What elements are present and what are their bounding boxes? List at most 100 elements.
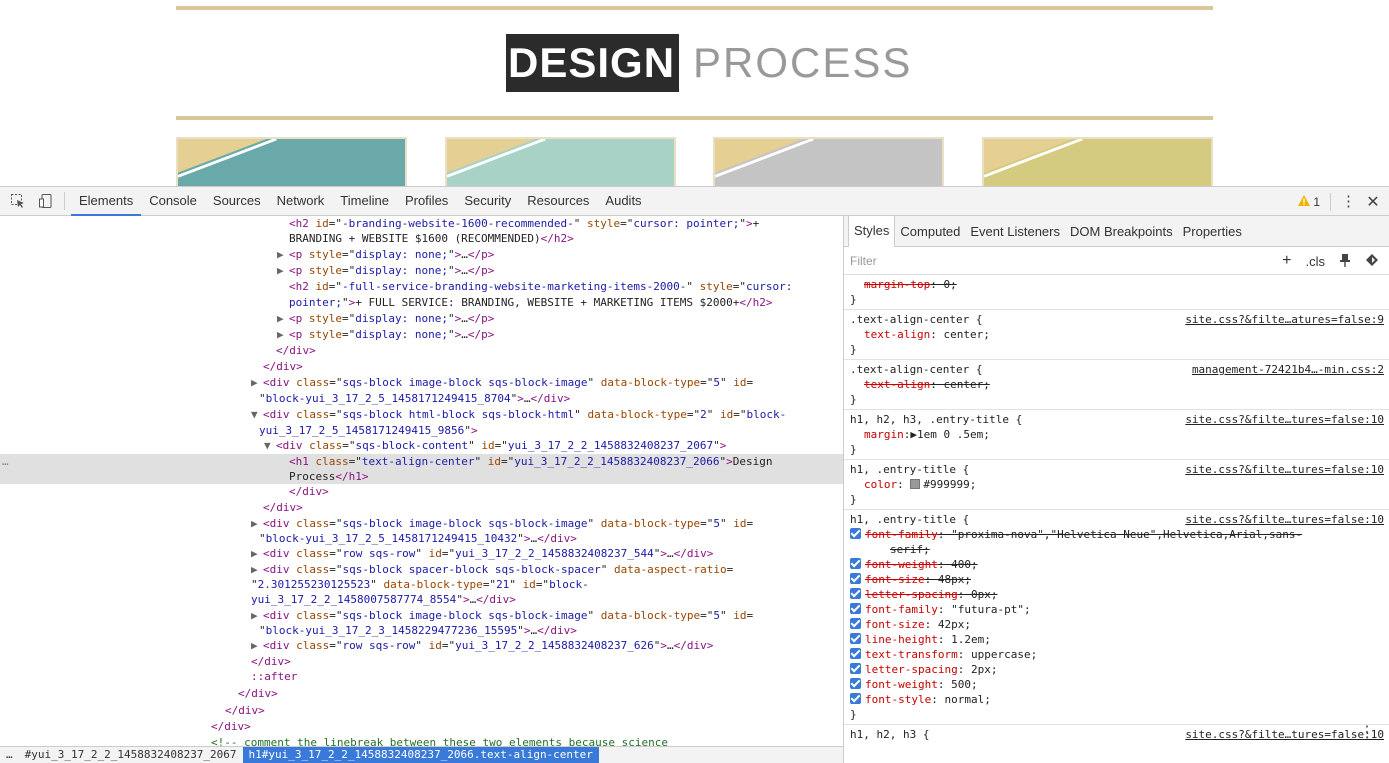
tab-profiles[interactable]: Profiles [397, 186, 456, 216]
breadcrumb-selected[interactable]: h1#yui_3_17_2_2_1458832408237_2066.text-… [242, 747, 599, 763]
toolbar-separator [1330, 193, 1331, 211]
process-card-3[interactable] [713, 137, 944, 186]
property-checkbox[interactable] [850, 603, 861, 614]
tab-dom-breakpoints[interactable]: DOM Breakpoints [1065, 216, 1178, 247]
property-checkbox[interactable] [850, 648, 861, 659]
dom-node-line[interactable]: "2.301255230125523" data-block-type="21"… [0, 577, 843, 592]
dom-node-line[interactable]: pointer;">+ FULL SERVICE: BRANDING, WEBS… [0, 295, 843, 310]
dom-node-line[interactable]: </div> [0, 686, 843, 701]
style-source-link[interactable]: site.css?&filte…tures=false:10 [1185, 412, 1384, 427]
property-checkbox[interactable] [850, 678, 861, 689]
dom-node-line[interactable]: <h2 id="-full-service-branding-website-m… [0, 279, 843, 294]
property-checkbox[interactable] [850, 663, 861, 674]
tab-timeline[interactable]: Timeline [332, 186, 397, 216]
filter-tools: + .cls [1282, 247, 1379, 275]
selected-dom-node[interactable]: <h1 class="text-align-center" id="yui_3_… [0, 454, 843, 469]
dom-node-line[interactable]: </div> [0, 484, 843, 499]
dom-node-line[interactable]: ▶ <p style="display: none;">…</p> [0, 263, 843, 278]
dom-node-line[interactable]: </div> [0, 500, 843, 515]
dom-node-line[interactable]: yui_3_17_2_2_1458007587774_8554">…</div> [0, 592, 843, 607]
new-rule-button[interactable]: + [1282, 252, 1291, 270]
dom-node-line[interactable]: </div> [0, 719, 843, 734]
tab-computed[interactable]: Computed [895, 216, 965, 247]
style-source-link[interactable]: site.css?&filte…atures=false:9 [1185, 312, 1384, 327]
tab-event-listeners[interactable]: Event Listeners [965, 216, 1065, 247]
breadcrumb-ellipsis[interactable]: … [0, 747, 19, 763]
dom-node-line[interactable]: ▶ <p style="display: none;">…</p> [0, 247, 843, 262]
dom-node-line[interactable]: ▶ <div class="sqs-block spacer-block sqs-… [0, 562, 843, 577]
page-heading: DESIGN PROCESS [506, 34, 912, 92]
tab-network[interactable]: Network [269, 186, 333, 216]
styles-filter-row: Filter + .cls [844, 247, 1389, 275]
dom-node-line[interactable]: ▶ <div class="sqs-block image-block sqs-b… [0, 516, 843, 531]
page-viewport: DESIGN PROCESS [0, 0, 1389, 186]
dom-node-line[interactable]: ::after [0, 669, 843, 684]
dom-node-line[interactable]: </div> [0, 654, 843, 669]
style-rule: h1, .entry-title {site.css?&filte…tures=… [844, 460, 1389, 510]
process-card-4[interactable] [982, 137, 1213, 186]
sidebar-tabs: Styles Computed Event Listeners DOM Brea… [844, 216, 1389, 247]
warning-counter[interactable]: 1 [1298, 195, 1320, 209]
property-checkbox[interactable] [850, 528, 861, 539]
dom-node-line[interactable]: </div> [0, 343, 843, 358]
style-rule: margin-top: 0; } [844, 275, 1389, 310]
style-rule: h1, .entry-title {site.css?&filte…tures=… [844, 510, 1389, 725]
dom-node-line[interactable]: ▶ <div class="row sqs-row" id="yui_3_17_2… [0, 638, 843, 653]
style-source-link[interactable]: site.css?&filte…tures=false:10 [1185, 462, 1384, 477]
color-swatch[interactable] [910, 479, 921, 489]
property-checkbox[interactable] [850, 618, 861, 629]
process-card-1[interactable] [176, 137, 407, 186]
warning-count: 1 [1313, 195, 1320, 209]
dom-node-line[interactable]: BRANDING + WEBSITE $1600 (RECOMMENDED)</… [0, 231, 843, 246]
process-card-2[interactable] [445, 137, 676, 186]
property-checkbox[interactable] [850, 633, 861, 644]
style-source-link[interactable]: site.css?&filte…tures=false:10 [1185, 512, 1384, 527]
tab-sources[interactable]: Sources [205, 186, 269, 216]
dom-node-line[interactable]: </div> [0, 359, 843, 374]
breadcrumb-parent[interactable]: #yui_3_17_2_2_1458832408237_2067 [19, 747, 243, 763]
tab-console[interactable]: Console [141, 186, 205, 216]
dom-node-line[interactable]: </div> [0, 703, 843, 718]
more-vert-icon[interactable]: ⋮ [1341, 194, 1356, 209]
inspect-icon[interactable] [4, 187, 32, 215]
tab-security[interactable]: Security [456, 186, 519, 216]
pin-icon[interactable] [1339, 253, 1351, 270]
dom-node-line[interactable]: "block-yui_3_17_2_3_1458229477236_15595"… [0, 623, 843, 638]
tab-properties[interactable]: Properties [1178, 216, 1247, 247]
dom-node-line[interactable]: ▶ <p style="display: none;">…</p> [0, 311, 843, 326]
close-icon[interactable]: ✕ [1365, 192, 1381, 212]
dom-node-line[interactable]: ▼ <div class="sqs-block-content" id="yui_… [0, 438, 843, 453]
property-checkbox[interactable] [850, 573, 861, 584]
style-source-link[interactable]: management-72421b4…-min.css:2 [1192, 362, 1384, 377]
tab-elements[interactable]: Elements [71, 186, 142, 216]
style-source-link[interactable]: site.css?&filte…tures=false:10 [1185, 727, 1384, 742]
tab-audits[interactable]: Audits [597, 186, 649, 216]
tab-styles[interactable]: Styles [848, 216, 896, 247]
selected-dom-node[interactable]: Process</h1> [0, 469, 843, 484]
tab-resources[interactable]: Resources [519, 186, 597, 216]
styles-filter-input[interactable]: Filter [850, 254, 877, 268]
dom-node-line[interactable]: ▶ <p style="display: none;">…</p> [0, 327, 843, 342]
class-toggle-button[interactable]: .cls [1306, 254, 1326, 269]
dom-node-line[interactable]: ▼ <div class="sqs-block html-block sqs-bl… [0, 407, 843, 422]
dom-node-line[interactable]: ▶ <div class="sqs-block image-block sqs-b… [0, 375, 843, 390]
property-checkbox[interactable] [850, 693, 861, 704]
style-rule: h1, h2, h3 {site.css?&filte…tures=false:… [850, 727, 1384, 742]
dom-node-line[interactable]: <!-- comment the linebreak between these… [0, 735, 843, 746]
dom-node-line[interactable]: ▶ <div class="sqs-block image-block sqs-b… [0, 608, 843, 623]
property-checkbox[interactable] [850, 558, 861, 569]
dom-node-line[interactable]: "block-yui_3_17_2_5_1458171249415_10432"… [0, 531, 843, 546]
device-mode-icon[interactable] [32, 187, 60, 215]
dom-node-line[interactable]: <h2 id="-branding-website-1600-recommend… [0, 216, 843, 231]
toolbar-right: 1 ⋮ ✕ [1298, 187, 1381, 217]
dom-node-line[interactable]: yui_3_17_2_5_1458171249415_9856"> [0, 423, 843, 438]
dom-node-line[interactable]: ▶ <div class="row sqs-row" id="yui_3_17_2… [0, 546, 843, 561]
style-rule: .text-align-center {site.css?&filte…atur… [844, 310, 1389, 360]
breadcrumb: … #yui_3_17_2_2_1458832408237_2067 h1#yu… [0, 746, 843, 763]
elements-tree[interactable]: <h2 id="-branding-website-1600-recommend… [0, 216, 843, 746]
element-state-icon[interactable] [1365, 253, 1379, 270]
warning-icon [1298, 195, 1311, 209]
property-checkbox[interactable] [850, 588, 861, 599]
dom-node-line[interactable]: "block-yui_3_17_2_5_1458171249415_8704">… [0, 391, 843, 406]
more-vert-icon[interactable]: ⋮ [1359, 722, 1375, 742]
